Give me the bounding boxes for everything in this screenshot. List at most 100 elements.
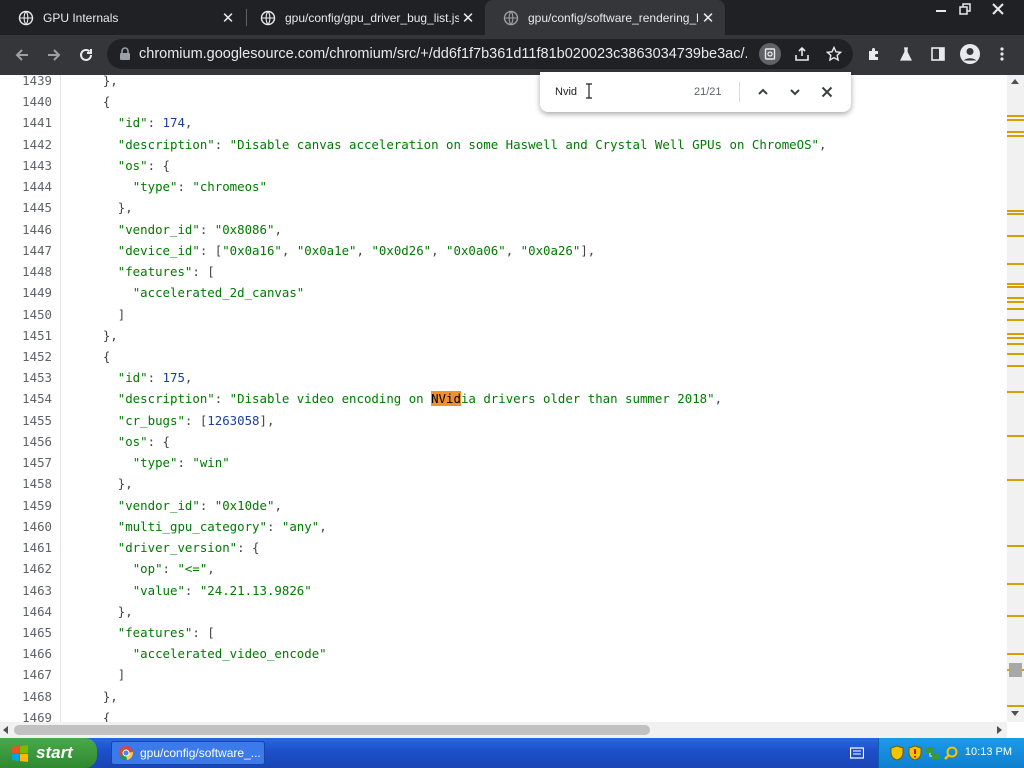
code-text: "type": "chromeos"	[132, 179, 267, 195]
find-match-marker	[1007, 263, 1024, 265]
scrollbar-thumb[interactable]	[1009, 663, 1022, 677]
profile-button[interactable]	[959, 43, 981, 65]
find-match-marker	[1007, 705, 1024, 707]
find-match-marker	[1007, 343, 1024, 345]
line-number: 1469	[22, 709, 52, 722]
network-icon[interactable]	[925, 745, 941, 761]
page-action-button[interactable]	[759, 43, 781, 65]
next-match-button[interactable]	[785, 82, 805, 102]
scroll-up-icon[interactable]	[1011, 78, 1019, 86]
arrow-left-icon	[15, 49, 28, 61]
code-text: {	[73, 94, 111, 110]
line-number: 1457	[22, 455, 52, 471]
code-text: "features": [	[117, 624, 215, 640]
code-text: "description": "Disable canvas accelerat…	[117, 136, 827, 152]
scroll-down-icon[interactable]	[1011, 709, 1019, 717]
code-line: 1440 {	[0, 91, 1007, 112]
scrollbar-thumb[interactable]	[14, 725, 650, 735]
code-line: 1457 "type": "win"	[0, 452, 1007, 473]
find-match-marker	[1007, 391, 1024, 393]
code-line: 1450 ]	[0, 304, 1007, 325]
find-match-marker	[1007, 319, 1024, 321]
reload-icon	[80, 48, 92, 61]
code-text: ]	[73, 306, 126, 322]
labs-button[interactable]	[895, 43, 917, 65]
code-text: ]	[73, 667, 126, 683]
code-line: 1461 "driver_version": {	[0, 537, 1007, 558]
start-button[interactable]: start	[0, 738, 97, 768]
text-cursor-icon	[586, 83, 592, 99]
keyboard-icon[interactable]	[850, 747, 864, 759]
code-text: "os": {	[117, 157, 170, 173]
tab-software-rendering-list[interactable]: gpu/config/software_rendering_list ✕	[485, 0, 725, 35]
security-shield-icon[interactable]	[889, 745, 905, 761]
previous-match-button[interactable]	[753, 82, 773, 102]
close-icon[interactable]: ✕	[219, 9, 237, 27]
chrome-icon	[119, 746, 133, 760]
close-icon[interactable]: ✕	[459, 9, 477, 27]
find-match-marker	[1007, 283, 1024, 285]
shield-alert-icon[interactable]	[907, 745, 923, 761]
code-line: 1453 "id": 175,	[0, 367, 1007, 388]
restore-icon	[959, 3, 971, 15]
forward-button[interactable]	[40, 41, 68, 69]
code-line: 1441 "id": 174,	[0, 112, 1007, 133]
scroll-left-icon[interactable]	[2, 726, 10, 734]
vertical-scrollbar[interactable]	[1007, 75, 1024, 722]
horizontal-scrollbar[interactable]	[0, 722, 1007, 738]
find-input[interactable]: Nvid	[555, 86, 577, 98]
extensions-button[interactable]	[863, 43, 885, 65]
close-icon[interactable]: ✕	[699, 9, 717, 27]
code-line: 1447 "device_id": ["0x0a16", "0x0a1e", "…	[0, 240, 1007, 261]
code-line: 1466 "accelerated_video_encode"	[0, 643, 1007, 664]
close-window-button[interactable]	[983, 0, 1013, 18]
code-line: 1446 "vendor_id": "0x8086",	[0, 219, 1007, 240]
scroll-right-icon[interactable]	[995, 726, 1003, 734]
windows-logo-icon	[12, 745, 28, 762]
tab-gpu-internals[interactable]: GPU Internals ✕	[0, 0, 245, 35]
line-number: 1452	[22, 348, 52, 364]
line-number: 1464	[22, 603, 52, 619]
start-label: start	[36, 743, 73, 762]
line-number: 1445	[22, 200, 52, 216]
find-match-highlight: NVid	[431, 391, 461, 407]
address-bar[interactable]: chromium.googlesource.com/chromium/src/+…	[107, 39, 853, 69]
code-text: "vendor_id": "0x10de",	[117, 497, 282, 513]
arrow-right-icon	[48, 49, 61, 61]
line-number: 1460	[22, 518, 52, 534]
star-icon	[826, 46, 842, 62]
lock-icon[interactable]	[119, 47, 131, 61]
find-match-marker	[1007, 135, 1024, 137]
globe-icon	[260, 10, 276, 25]
code-text: "accelerated_2d_canvas"	[132, 285, 305, 301]
search-icon[interactable]	[943, 745, 959, 761]
clock: 10:13 PM	[964, 746, 1012, 758]
source-viewer[interactable]: 1439 }, 1440 {1441 "id": 174, 1442 "descri…	[0, 75, 1007, 722]
code-line: 1465 "features": [	[0, 622, 1007, 643]
code-line: 1451 },	[0, 325, 1007, 346]
code-line: 1460 "multi_gpu_category": "any",	[0, 516, 1007, 537]
code-text: "value": "24.21.13.9826"	[132, 582, 312, 598]
chevron-up-icon	[758, 88, 768, 95]
code-line: 1444 "type": "chromeos"	[0, 176, 1007, 197]
taskbar-item-chrome[interactable]: gpu/config/software_...	[111, 741, 265, 765]
back-button[interactable]	[8, 41, 36, 69]
code-text: },	[73, 200, 133, 216]
code-text: },	[73, 75, 118, 88]
url-text[interactable]: chromium.googlesource.com/chromium/src/+…	[139, 46, 747, 62]
chevron-down-icon	[790, 89, 800, 96]
tab-gpu-driver-bug-list[interactable]: gpu/config/gpu_driver_bug_list.json ✕	[242, 0, 485, 35]
close-find-button[interactable]	[817, 82, 837, 102]
globe-icon	[18, 10, 34, 25]
menu-button[interactable]	[991, 43, 1013, 65]
find-match-marker	[1007, 479, 1024, 481]
code-line: 1459 "vendor_id": "0x10de",	[0, 495, 1007, 516]
reload-button[interactable]	[72, 41, 100, 69]
restore-button[interactable]	[950, 0, 980, 18]
bookmark-button[interactable]	[823, 43, 845, 65]
share-button[interactable]	[791, 43, 813, 65]
side-panel-button[interactable]	[927, 43, 949, 65]
close-icon	[821, 86, 833, 98]
line-number: 1439	[22, 75, 52, 88]
line-number: 1462	[22, 561, 52, 577]
